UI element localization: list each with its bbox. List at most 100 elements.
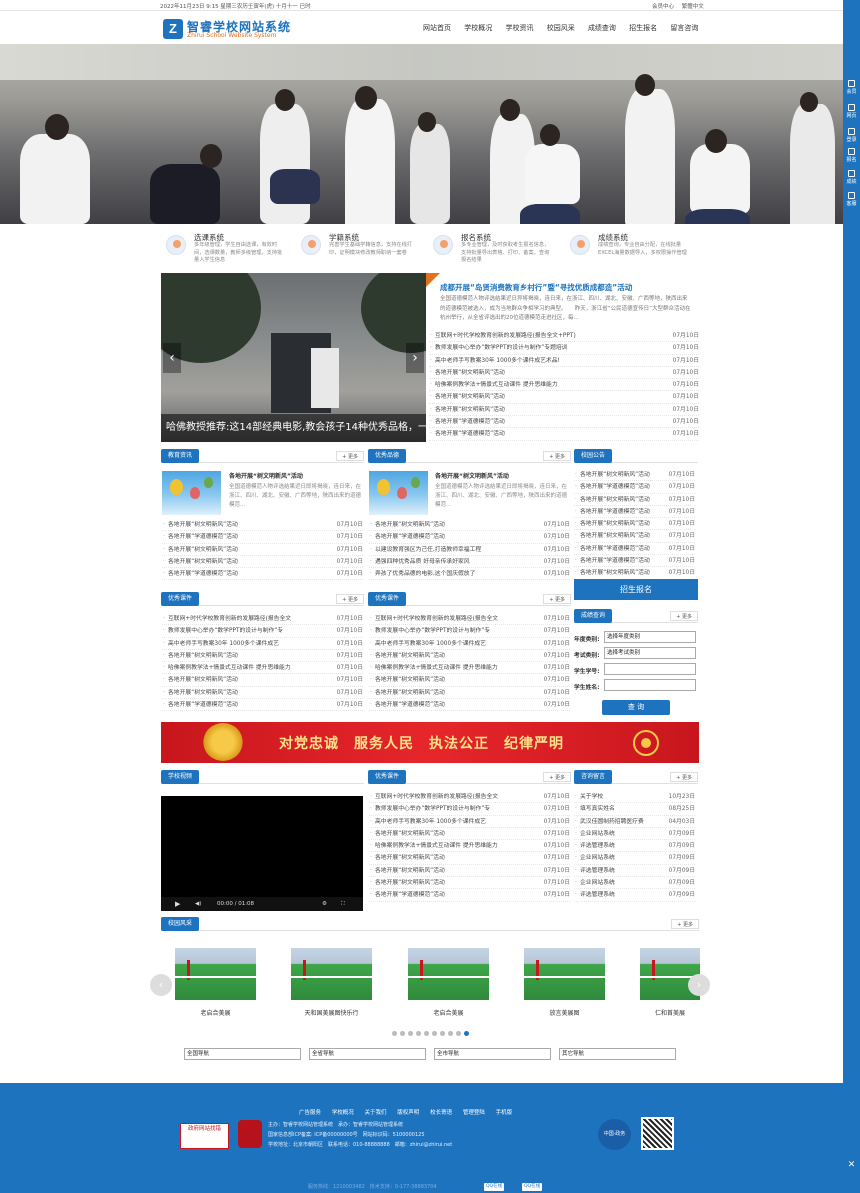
nav-scores[interactable]: 成绩查询 (588, 24, 616, 32)
member-icon[interactable]: 会员 (843, 80, 860, 95)
gallery-prev-button[interactable]: ‹ (150, 974, 172, 996)
list-item-title[interactable]: 填写真实姓名 (580, 803, 615, 815)
list-item-title[interactable]: 各地开展“学道德模范”活动 (168, 531, 238, 543)
list-item-title[interactable]: 各地开展“树文明新风”活动 (375, 877, 445, 889)
fullscreen-icon[interactable]: ⛶ (341, 897, 345, 911)
list-item[interactable]: 高中老师手写教案30年 1000多个课件成艺 07月10日 (369, 816, 570, 828)
list-item[interactable]: 各地开展“树文明新风”活动 07月10日 (369, 865, 570, 877)
more-button[interactable]: + 更多 (336, 451, 364, 461)
list-item-title[interactable]: 弄孩了优秀品德的电影,这个国庆假放了 (375, 568, 475, 580)
tab-message[interactable]: 咨询留言 (574, 770, 613, 784)
footer-link[interactable]: 校长寄语 (430, 1110, 452, 1116)
list-item[interactable]: 高中老师手写教案30年 1000多个课件成艺 07月10日 (162, 638, 363, 650)
list-item-title[interactable]: 各地开展“树文明新风”活动 (375, 865, 445, 877)
feature-signup[interactable]: 报名系统 多专业管理，及时获取考生报名信息，支持批量导出表格、打印、备案，查询报… (428, 231, 558, 269)
list-item-title[interactable]: 各地开展“学道德模范”活动 (580, 506, 650, 518)
more-button[interactable]: + 更多 (670, 772, 698, 782)
list-item[interactable]: 各地开展“学道德模范”活动 07月10日 (162, 531, 363, 544)
score-icon[interactable]: 成绩 (843, 170, 860, 185)
signup-icon[interactable]: 报名 (843, 148, 860, 163)
exam-select[interactable]: 选择考试类别 (604, 647, 696, 659)
footer-link[interactable]: 手机版 (496, 1110, 513, 1116)
tab-score[interactable]: 成绩查询 (574, 609, 613, 623)
list-item[interactable]: 企业网站系统 07月09日 (574, 852, 695, 865)
feature-registry[interactable]: 学籍系统 完善学生基础学籍信息，支持在线打印，证明模块修改教师职纳一套卷 (296, 231, 426, 269)
list-item[interactable]: 高中老师手写教案30年 1000多个课件成艺 07月10日 (369, 638, 570, 650)
hero-banner[interactable] (0, 44, 843, 224)
list-item[interactable]: 高中老师手写教案30年 1000多个课件成艺术品! 07月10日 (429, 355, 699, 367)
service-icon[interactable]: 客服 (843, 192, 860, 207)
list-item[interactable]: 各地开展“学道德模范”活动 07月10日 (574, 481, 695, 494)
list-item-title[interactable]: 哈佛案例教学法+情景式互动课件 提升思维能力 (168, 662, 291, 674)
list-item-title[interactable]: 各地开展“树文明新风”活动 (168, 556, 238, 568)
list-item[interactable]: 各地开展“树文明新风”活动 07月10日 (369, 828, 570, 840)
list-item-title[interactable]: 各地开展“树文明新风”活动 (580, 530, 650, 542)
tab-edu-news[interactable]: 教育资讯 (161, 449, 200, 463)
list-item[interactable]: 弄孩了优秀品德的电影,这个国庆假放了 07月10日 (369, 568, 570, 581)
tab-gallery[interactable]: 校园风采 (161, 917, 200, 931)
list-item-title[interactable]: 评选管理系统 (580, 840, 615, 852)
list-item[interactable]: 关于学校 10月23日 (574, 791, 695, 804)
list-item[interactable]: 各地开展“树文明新风”活动 07月10日 (162, 650, 363, 662)
list-item-title[interactable]: 教师发展中心举办“数学PPT的设计与制作”专题培训 (435, 342, 567, 354)
list-item-title[interactable]: 关于学校 (580, 791, 603, 803)
list-item-title[interactable]: 各地开展“树文明新风”活动 (375, 687, 445, 699)
list-item-title[interactable]: 各地开展“树文明新风”活动 (168, 674, 238, 686)
list-item-title[interactable]: 各地开展“学道德模范”活动 (375, 699, 445, 711)
nav-about[interactable]: 学校概况 (464, 24, 492, 32)
footer-link[interactable]: 管理登陆 (463, 1110, 485, 1116)
footer-link[interactable]: 版权声明 (397, 1110, 419, 1116)
list-item[interactable]: 各地开展“学道德模范”活动 07月10日 (429, 416, 699, 429)
list-item-title[interactable]: 高中老师手写教案30年 1000多个课件成艺 (168, 638, 279, 650)
gallery-item[interactable]: 放言美展图 (524, 948, 605, 1017)
list-item-title[interactable]: 各地开展“树文明新风”活动 (580, 567, 650, 579)
list-item[interactable]: 各地开展“树文明新风”活动 07月10日 (574, 530, 695, 543)
headline-title[interactable]: 成都开展“岛贤消费教育乡村行”暨“寻找优质成都造”活动 (440, 282, 632, 293)
list-item-title[interactable]: 各地开展“学道德模范”活动 (168, 699, 238, 711)
list-item[interactable]: 各地开展“树文明新风”活动 07月10日 (369, 650, 570, 662)
list-item-title[interactable]: 各地开展“树文明新风”活动 (168, 544, 238, 556)
list-item-title[interactable]: 评选管理系统 (580, 865, 615, 877)
list-item-title[interactable]: 各地开展“树文明新风”活动 (375, 674, 445, 686)
nav-news[interactable]: 学校资讯 (505, 24, 533, 32)
list-item-title[interactable]: 武汉佳圆制药招聘医疗费 (580, 816, 644, 828)
other-nav-select[interactable]: 其它导航 (559, 1048, 676, 1060)
list-item[interactable]: 各地开展“学道德模范”活动 07月10日 (162, 568, 363, 581)
slider-caption[interactable]: 哈佛教授推荐:这14部经典电影,教会孩子14种优秀品格，一生受益 (161, 414, 426, 442)
tab-courses[interactable]: 优秀课件 (368, 592, 407, 606)
footer-link[interactable]: 广告服务 (299, 1110, 321, 1116)
list-item[interactable]: 各地开展“树文明新风”活动 07月10日 (429, 391, 699, 404)
list-item[interactable]: 各地开展“树文明新风”活动 07月10日 (369, 519, 570, 532)
list-item[interactable]: 各地开展“树文明新风”活动 07月10日 (162, 544, 363, 556)
news-thumb-image[interactable] (162, 471, 221, 515)
more-button[interactable]: + 更多 (543, 594, 571, 604)
list-item-title[interactable]: 各地开展“树文明新风”活动 (168, 519, 238, 531)
slider-prev-button[interactable]: ‹ (163, 343, 181, 373)
list-item[interactable]: 各地开展“学道德模范”活动 07月10日 (369, 531, 570, 544)
list-item[interactable]: 评选管理系统 07月09日 (574, 840, 695, 853)
list-item-title[interactable]: 高中老师手写教案30年 1000多个课件成艺 (375, 638, 486, 650)
gov-badge-icon[interactable]: 中国·政务 (598, 1119, 631, 1150)
list-item[interactable]: 哈佛案例教学法+情景式互动课件 提升思维能力 07月10日 (369, 662, 570, 675)
list-item[interactable]: 各地开展“学道德模范”活动 07月10日 (574, 555, 695, 568)
list-item[interactable]: 企业网站系统 07月09日 (574, 828, 695, 840)
list-item-title[interactable]: 各地开展“树文明新风”活动 (375, 519, 445, 531)
nav-admission[interactable]: 招生报名 (629, 24, 657, 32)
tab-video[interactable]: 学校视频 (161, 770, 200, 784)
list-item-title[interactable]: 教师发展中心举办“数学PPT的设计与制作”专 (375, 803, 490, 815)
list-item-title[interactable]: 各地开展“树文明新风”活动 (580, 518, 650, 530)
list-item-title[interactable]: 各地开展“树文明新风”活动 (375, 828, 445, 840)
list-item[interactable]: 各地开展“树文明新风”活动 07月10日 (429, 367, 699, 379)
list-item-title[interactable]: 遇强四种优秀品质 好母亲传承好家风 (375, 556, 470, 568)
list-item-title[interactable]: 各地开展“学道德模范”活动 (580, 481, 650, 493)
feature-score[interactable]: 成绩系统 成绩查询，专业自由分配，在线批量EXCEL海量数据导入，多权限操作管理 (565, 231, 695, 269)
query-button[interactable]: 查 询 (602, 700, 670, 715)
web-icon[interactable]: 网页 (843, 104, 860, 119)
list-item-title[interactable]: 各地开展“树文明新风”活动 (168, 687, 238, 699)
city-nav-select[interactable]: 全市导航 (434, 1048, 551, 1060)
list-item-title[interactable]: 各地开展“树文明新风”活动 (435, 367, 505, 379)
qq-online-button[interactable]: QQ在线 (522, 1183, 543, 1191)
list-item[interactable]: 企业网站系统 07月09日 (574, 877, 695, 890)
list-item-title[interactable]: 各地开展“学道德模范”活动 (580, 543, 650, 555)
list-item[interactable]: 哈佛案例教学法+情景式互动课件 提升思维能力 07月10日 (162, 662, 363, 675)
